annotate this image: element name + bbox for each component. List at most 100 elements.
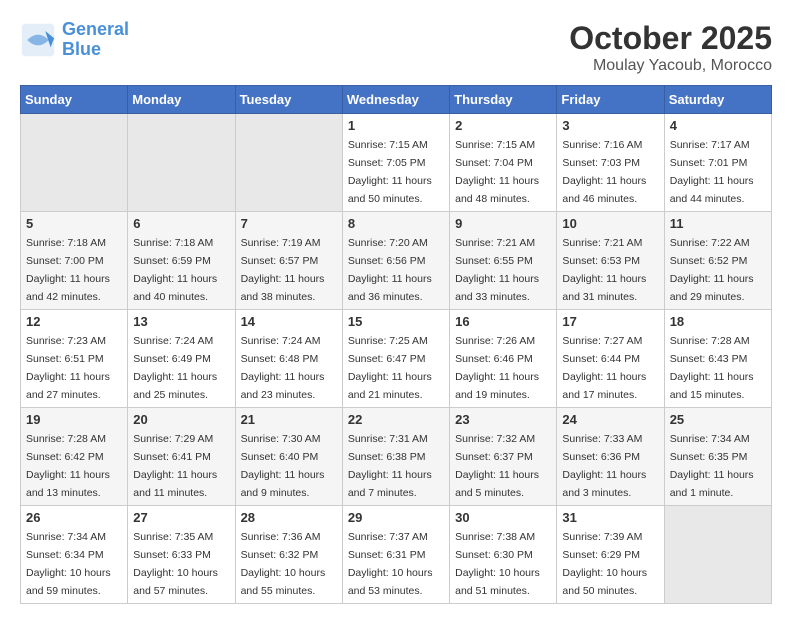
- calendar-cell: [664, 506, 771, 604]
- day-number: 4: [670, 118, 766, 133]
- calendar-cell: 25 Sunrise: 7:34 AM Sunset: 6:35 PM Dayl…: [664, 408, 771, 506]
- day-number: 27: [133, 510, 229, 525]
- day-info: Sunrise: 7:15 AM Sunset: 7:05 PM Dayligh…: [348, 139, 432, 205]
- calendar-cell: 23 Sunrise: 7:32 AM Sunset: 6:37 PM Dayl…: [450, 408, 557, 506]
- day-info: Sunrise: 7:30 AM Sunset: 6:40 PM Dayligh…: [241, 433, 325, 499]
- day-info: Sunrise: 7:25 AM Sunset: 6:47 PM Dayligh…: [348, 335, 432, 401]
- weekday-header: Wednesday: [342, 86, 449, 114]
- day-number: 31: [562, 510, 658, 525]
- day-number: 21: [241, 412, 337, 427]
- calendar-cell: 7 Sunrise: 7:19 AM Sunset: 6:57 PM Dayli…: [235, 212, 342, 310]
- day-info: Sunrise: 7:17 AM Sunset: 7:01 PM Dayligh…: [670, 139, 754, 205]
- day-info: Sunrise: 7:16 AM Sunset: 7:03 PM Dayligh…: [562, 139, 646, 205]
- day-number: 5: [26, 216, 122, 231]
- calendar-cell: 6 Sunrise: 7:18 AM Sunset: 6:59 PM Dayli…: [128, 212, 235, 310]
- day-number: 9: [455, 216, 551, 231]
- calendar-week-row: 12 Sunrise: 7:23 AM Sunset: 6:51 PM Dayl…: [21, 310, 772, 408]
- day-info: Sunrise: 7:38 AM Sunset: 6:30 PM Dayligh…: [455, 531, 540, 597]
- calendar-week-row: 5 Sunrise: 7:18 AM Sunset: 7:00 PM Dayli…: [21, 212, 772, 310]
- calendar-cell: 28 Sunrise: 7:36 AM Sunset: 6:32 PM Dayl…: [235, 506, 342, 604]
- month-year: October 2025: [569, 20, 772, 57]
- day-number: 12: [26, 314, 122, 329]
- day-number: 30: [455, 510, 551, 525]
- day-number: 17: [562, 314, 658, 329]
- calendar-week-row: 19 Sunrise: 7:28 AM Sunset: 6:42 PM Dayl…: [21, 408, 772, 506]
- day-info: Sunrise: 7:28 AM Sunset: 6:42 PM Dayligh…: [26, 433, 110, 499]
- calendar-cell: 31 Sunrise: 7:39 AM Sunset: 6:29 PM Dayl…: [557, 506, 664, 604]
- calendar-cell: 17 Sunrise: 7:27 AM Sunset: 6:44 PM Dayl…: [557, 310, 664, 408]
- day-number: 24: [562, 412, 658, 427]
- day-info: Sunrise: 7:18 AM Sunset: 6:59 PM Dayligh…: [133, 237, 217, 303]
- calendar-cell: [21, 114, 128, 212]
- day-number: 22: [348, 412, 444, 427]
- day-number: 10: [562, 216, 658, 231]
- calendar-cell: 12 Sunrise: 7:23 AM Sunset: 6:51 PM Dayl…: [21, 310, 128, 408]
- day-number: 14: [241, 314, 337, 329]
- day-info: Sunrise: 7:26 AM Sunset: 6:46 PM Dayligh…: [455, 335, 539, 401]
- weekday-header-row: SundayMondayTuesdayWednesdayThursdayFrid…: [21, 86, 772, 114]
- day-info: Sunrise: 7:39 AM Sunset: 6:29 PM Dayligh…: [562, 531, 647, 597]
- weekday-header: Sunday: [21, 86, 128, 114]
- day-info: Sunrise: 7:19 AM Sunset: 6:57 PM Dayligh…: [241, 237, 325, 303]
- day-info: Sunrise: 7:24 AM Sunset: 6:49 PM Dayligh…: [133, 335, 217, 401]
- calendar-week-row: 26 Sunrise: 7:34 AM Sunset: 6:34 PM Dayl…: [21, 506, 772, 604]
- day-info: Sunrise: 7:18 AM Sunset: 7:00 PM Dayligh…: [26, 237, 110, 303]
- page-header: General Blue October 2025 Moulay Yacoub,…: [20, 20, 772, 75]
- day-info: Sunrise: 7:31 AM Sunset: 6:38 PM Dayligh…: [348, 433, 432, 499]
- calendar-cell: 24 Sunrise: 7:33 AM Sunset: 6:36 PM Dayl…: [557, 408, 664, 506]
- location: Moulay Yacoub, Morocco: [569, 57, 772, 75]
- day-number: 7: [241, 216, 337, 231]
- day-number: 25: [670, 412, 766, 427]
- calendar-cell: 9 Sunrise: 7:21 AM Sunset: 6:55 PM Dayli…: [450, 212, 557, 310]
- weekday-header: Friday: [557, 86, 664, 114]
- calendar-table: SundayMondayTuesdayWednesdayThursdayFrid…: [20, 85, 772, 604]
- weekday-header: Tuesday: [235, 86, 342, 114]
- day-info: Sunrise: 7:29 AM Sunset: 6:41 PM Dayligh…: [133, 433, 217, 499]
- calendar-cell: 19 Sunrise: 7:28 AM Sunset: 6:42 PM Dayl…: [21, 408, 128, 506]
- day-info: Sunrise: 7:15 AM Sunset: 7:04 PM Dayligh…: [455, 139, 539, 205]
- day-number: 2: [455, 118, 551, 133]
- calendar-cell: 21 Sunrise: 7:30 AM Sunset: 6:40 PM Dayl…: [235, 408, 342, 506]
- day-info: Sunrise: 7:23 AM Sunset: 6:51 PM Dayligh…: [26, 335, 110, 401]
- day-number: 29: [348, 510, 444, 525]
- calendar-cell: 18 Sunrise: 7:28 AM Sunset: 6:43 PM Dayl…: [664, 310, 771, 408]
- calendar-cell: 22 Sunrise: 7:31 AM Sunset: 6:38 PM Dayl…: [342, 408, 449, 506]
- day-info: Sunrise: 7:37 AM Sunset: 6:31 PM Dayligh…: [348, 531, 433, 597]
- day-number: 23: [455, 412, 551, 427]
- day-info: Sunrise: 7:35 AM Sunset: 6:33 PM Dayligh…: [133, 531, 218, 597]
- day-info: Sunrise: 7:32 AM Sunset: 6:37 PM Dayligh…: [455, 433, 539, 499]
- weekday-header: Saturday: [664, 86, 771, 114]
- calendar-cell: 29 Sunrise: 7:37 AM Sunset: 6:31 PM Dayl…: [342, 506, 449, 604]
- calendar-cell: [235, 114, 342, 212]
- day-info: Sunrise: 7:27 AM Sunset: 6:44 PM Dayligh…: [562, 335, 646, 401]
- day-number: 6: [133, 216, 229, 231]
- calendar-cell: 5 Sunrise: 7:18 AM Sunset: 7:00 PM Dayli…: [21, 212, 128, 310]
- calendar-week-row: 1 Sunrise: 7:15 AM Sunset: 7:05 PM Dayli…: [21, 114, 772, 212]
- day-number: 3: [562, 118, 658, 133]
- calendar-cell: 11 Sunrise: 7:22 AM Sunset: 6:52 PM Dayl…: [664, 212, 771, 310]
- day-number: 19: [26, 412, 122, 427]
- day-info: Sunrise: 7:21 AM Sunset: 6:55 PM Dayligh…: [455, 237, 539, 303]
- day-info: Sunrise: 7:36 AM Sunset: 6:32 PM Dayligh…: [241, 531, 326, 597]
- day-number: 20: [133, 412, 229, 427]
- calendar-cell: 13 Sunrise: 7:24 AM Sunset: 6:49 PM Dayl…: [128, 310, 235, 408]
- calendar-cell: 27 Sunrise: 7:35 AM Sunset: 6:33 PM Dayl…: [128, 506, 235, 604]
- day-number: 15: [348, 314, 444, 329]
- day-info: Sunrise: 7:20 AM Sunset: 6:56 PM Dayligh…: [348, 237, 432, 303]
- calendar-cell: 4 Sunrise: 7:17 AM Sunset: 7:01 PM Dayli…: [664, 114, 771, 212]
- day-number: 1: [348, 118, 444, 133]
- calendar-cell: 15 Sunrise: 7:25 AM Sunset: 6:47 PM Dayl…: [342, 310, 449, 408]
- logo-text: General Blue: [62, 20, 129, 60]
- day-info: Sunrise: 7:34 AM Sunset: 6:35 PM Dayligh…: [670, 433, 754, 499]
- weekday-header: Monday: [128, 86, 235, 114]
- calendar-cell: 3 Sunrise: 7:16 AM Sunset: 7:03 PM Dayli…: [557, 114, 664, 212]
- logo: General Blue: [20, 20, 129, 60]
- calendar-cell: 2 Sunrise: 7:15 AM Sunset: 7:04 PM Dayli…: [450, 114, 557, 212]
- title-block: October 2025 Moulay Yacoub, Morocco: [569, 20, 772, 75]
- logo-icon: [20, 22, 56, 58]
- calendar-cell: 20 Sunrise: 7:29 AM Sunset: 6:41 PM Dayl…: [128, 408, 235, 506]
- day-number: 11: [670, 216, 766, 231]
- calendar-cell: 8 Sunrise: 7:20 AM Sunset: 6:56 PM Dayli…: [342, 212, 449, 310]
- day-info: Sunrise: 7:21 AM Sunset: 6:53 PM Dayligh…: [562, 237, 646, 303]
- day-info: Sunrise: 7:28 AM Sunset: 6:43 PM Dayligh…: [670, 335, 754, 401]
